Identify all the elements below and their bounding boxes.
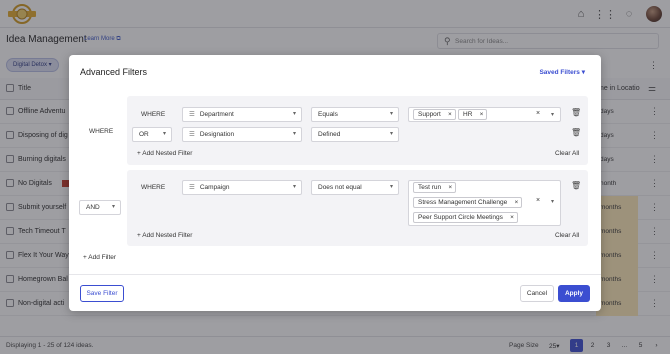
chevron-down-icon: ▾ <box>292 184 296 190</box>
logic-value: OR <box>139 131 149 138</box>
remove-value-icon[interactable]: × <box>510 213 514 222</box>
operator-select-not-equal[interactable]: Does not equal ▾ <box>311 180 399 195</box>
list-icon: ☰ <box>189 111 195 118</box>
chevron-down-icon: ▾ <box>292 131 296 137</box>
clear-all-button[interactable]: Clear All <box>555 150 579 157</box>
add-nested-filter-button[interactable]: + Add Nested Filter <box>137 150 192 157</box>
operator-select-equals[interactable]: Equals ▾ <box>311 107 399 122</box>
clear-values-icon[interactable]: × <box>536 110 540 117</box>
advanced-filters-dialog: Advanced Filters Saved Filters ▾ WHERE W… <box>69 55 601 311</box>
chevron-down-icon[interactable]: ▾ <box>551 111 554 118</box>
logic-select-or[interactable]: OR ▾ <box>132 127 172 142</box>
add-filter-label: Add Filter <box>88 254 117 261</box>
value-pill: Peer Support Circle Meetings × <box>413 212 518 223</box>
operator-value: Equals <box>318 111 338 118</box>
pill-label: HR <box>463 111 473 118</box>
remove-value-icon[interactable]: × <box>448 183 452 192</box>
remove-value-icon[interactable]: × <box>448 110 452 119</box>
chevron-down-icon: ▾ <box>162 131 166 137</box>
field-select-department[interactable]: ☰ Department ▾ <box>182 107 302 122</box>
value-pill: Test run × <box>413 182 457 193</box>
list-icon: ☰ <box>189 131 195 138</box>
group-connector-select[interactable]: AND ▾ <box>79 200 121 215</box>
pill-label: Test run <box>418 184 442 191</box>
value-pill: HR × <box>458 109 488 120</box>
cancel-button[interactable]: Cancel <box>520 285 554 302</box>
field-select-campaign[interactable]: ☰ Campaign ▾ <box>182 180 302 195</box>
chevron-down-icon: ▾ <box>389 111 393 117</box>
add-filter-button[interactable]: + Add Filter <box>83 254 116 261</box>
row-where-label: WHERE <box>141 111 166 118</box>
add-nested-label: Add Nested Filter <box>142 232 193 239</box>
delete-filter-icon[interactable]: 🗑 <box>571 128 581 137</box>
value-multiselect-campaign[interactable]: Test run × Stress Management Challenge × P… <box>408 180 561 226</box>
chevron-down-icon: ▾ <box>111 204 115 210</box>
field-value: Designation <box>199 131 235 138</box>
operator-select-defined[interactable]: Defined ▾ <box>311 127 399 142</box>
chevron-down-icon[interactable]: ▾ <box>551 198 554 205</box>
operator-value: Does not equal <box>318 184 362 191</box>
value-pill: Support × <box>413 109 456 120</box>
value-pill: Stress Management Challenge × <box>413 197 523 208</box>
delete-filter-icon[interactable]: 🗑 <box>571 108 581 117</box>
add-nested-filter-button[interactable]: + Add Nested Filter <box>137 232 192 239</box>
delete-filter-icon[interactable]: 🗑 <box>571 181 581 190</box>
saved-filters-dropdown[interactable]: Saved Filters ▾ <box>539 68 585 76</box>
remove-value-icon[interactable]: × <box>514 198 518 207</box>
chevron-down-icon: ▾ <box>292 111 296 117</box>
saved-filters-label: Saved Filters <box>539 69 580 76</box>
filter-group-1: WHERE ☰ Department ▾ Equals ▾ Support × HR × … <box>127 96 588 165</box>
save-filter-button[interactable]: Save Filter <box>80 285 124 302</box>
dialog-footer: Save Filter Cancel Apply <box>69 274 601 311</box>
pill-label: Stress Management Challenge <box>418 199 508 206</box>
apply-button[interactable]: Apply <box>558 285 590 302</box>
value-multiselect-department[interactable]: Support × HR × × ▾ <box>408 107 561 122</box>
filter-group-2: WHERE ☰ Campaign ▾ Does not equal ▾ Test ru… <box>127 170 588 246</box>
group-where-label: WHERE <box>89 128 114 135</box>
field-value: Department <box>199 111 234 118</box>
add-nested-label: Add Nested Filter <box>142 150 193 157</box>
remove-value-icon[interactable]: × <box>480 110 484 119</box>
clear-values-icon[interactable]: × <box>536 197 540 204</box>
chevron-down-icon: ▾ <box>389 184 393 190</box>
list-icon: ☰ <box>189 184 195 191</box>
connector-value: AND <box>86 204 100 211</box>
dialog-title: Advanced Filters <box>80 67 148 77</box>
field-value: Campaign <box>199 184 230 191</box>
pill-label: Peer Support Circle Meetings <box>418 214 503 221</box>
row-where-label: WHERE <box>141 184 166 191</box>
field-select-designation[interactable]: ☰ Designation ▾ <box>182 127 302 142</box>
chevron-down-icon: ▾ <box>389 131 393 137</box>
clear-all-button[interactable]: Clear All <box>555 232 579 239</box>
pill-label: Support <box>418 111 441 118</box>
operator-value: Defined <box>318 131 341 138</box>
